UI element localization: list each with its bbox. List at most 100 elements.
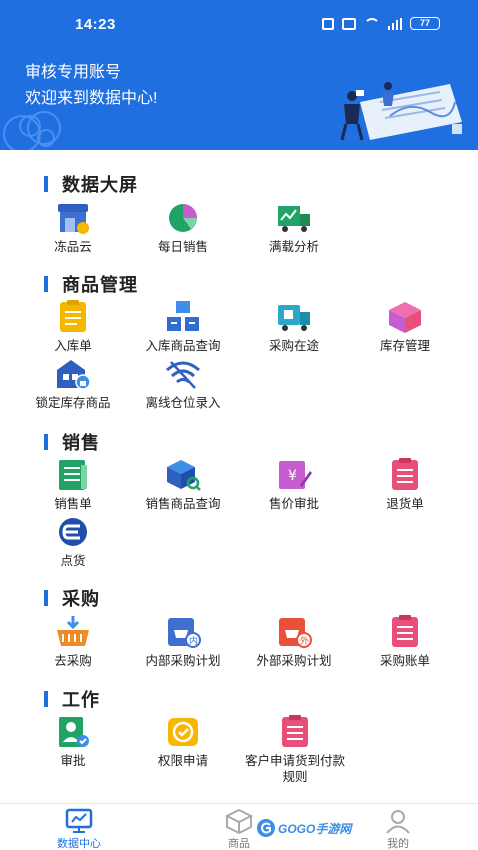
data-illustration-icon: [340, 82, 462, 141]
internal-plan-icon: 内: [168, 618, 201, 648]
menu-item-label: 审批: [60, 754, 86, 768]
menu-item-locked-inventory[interactable]: 锁定库存商品: [18, 356, 128, 411]
permission-icon: [168, 718, 198, 746]
section-title-text: 销售: [62, 433, 100, 453]
status-bar: 14:23 77: [0, 0, 478, 50]
cloud-decoration-icon: [3, 111, 61, 150]
section-title-text: 采购: [62, 589, 100, 609]
menu-item-label: 满载分析: [268, 240, 319, 254]
truck-chart-icon: [278, 206, 310, 232]
menu-item-label: 每日销售: [157, 240, 208, 254]
watermark: GOGO手游网: [256, 818, 351, 838]
welcome-text: 欢迎来到数据中心!: [25, 90, 158, 107]
basket-icon: [57, 616, 89, 646]
menu-item-label: 客户申请货到付款规则: [244, 754, 345, 784]
menu-item-external-purchase-plan[interactable]: 外 外部采购计划: [239, 614, 349, 669]
package-icon: [389, 302, 421, 333]
clipboard-icon: [60, 300, 86, 332]
pie-chart-icon: [169, 204, 197, 232]
price-edit-icon: ¥: [279, 461, 312, 489]
header-banner: 14:23 77 审核专用账号 欢迎来到数据中心!: [0, 0, 478, 150]
external-plan-icon: 外: [279, 618, 312, 648]
menu-item-customer-cod-rule[interactable]: 客户申请货到付款规则: [239, 714, 351, 785]
nfc-icon: [322, 17, 334, 30]
menu-item-label: 外部采购计划: [256, 654, 332, 668]
menu-item-label: 内部采购计划: [145, 654, 221, 668]
section-title-text: 商品管理: [62, 275, 138, 295]
account-name: 审核专用账号: [25, 64, 122, 81]
status-time: 14:23: [75, 16, 116, 33]
approve-user-icon: [59, 717, 89, 747]
signal-icon: [388, 17, 402, 30]
nav-label: 数据中心: [57, 838, 101, 850]
menu-item-label: 点货: [60, 554, 86, 568]
box-search-icon: [167, 460, 201, 491]
menu-item-inventory-management[interactable]: 库存管理: [350, 299, 460, 354]
section-title-sales: 销售: [44, 429, 100, 455]
nav-tab-mine[interactable]: 我的: [358, 808, 438, 850]
menu-item-offline-location-entry[interactable]: 离线仓位录入: [128, 356, 238, 411]
warehouse-lock-icon: [57, 360, 91, 390]
menu-item-approval[interactable]: 审批: [18, 714, 128, 769]
status-icons: 77: [322, 17, 440, 30]
menu-item-label: 去采购: [54, 654, 92, 668]
battery-icon: 77: [410, 17, 440, 30]
menu-item-label: 采购在途: [268, 339, 319, 353]
menu-item-label: 销售商品查询: [145, 497, 221, 511]
section-title-text: 工作: [62, 690, 100, 710]
menu-item-go-purchase[interactable]: 去采购: [18, 614, 128, 669]
return-list-icon: [392, 458, 418, 490]
cube-icon: [224, 808, 254, 834]
menu-item-internal-purchase-plan[interactable]: 内 内部采购计划: [128, 614, 238, 669]
menu-item-purchase-bill[interactable]: 采购账单: [350, 614, 460, 669]
menu-item-full-load-analysis[interactable]: 满载分析: [239, 200, 349, 255]
menu-item-return-order[interactable]: 退货单: [350, 457, 460, 512]
menu-item-inbound-goods-query[interactable]: 入库商品查询: [128, 299, 238, 354]
boxes-icon: [167, 301, 199, 331]
section-title-data-screen: 数据大屏: [44, 171, 138, 197]
menu-item-sales-goods-query[interactable]: 销售商品查询: [128, 457, 238, 512]
document-list-icon: [59, 460, 87, 490]
menu-item-label: 销售单: [54, 497, 92, 511]
menu-item-label: 售价审批: [268, 497, 319, 511]
section-bar: [44, 276, 48, 292]
menu-item-frozen-cloud[interactable]: 冻品云: [18, 200, 128, 255]
section-title-goods-management: 商品管理: [44, 271, 138, 297]
nav-label: 我的: [387, 838, 409, 850]
data-screen-icon: [65, 808, 93, 833]
menu-item-purchase-in-transit[interactable]: 采购在途: [239, 299, 349, 354]
menu-item-label: 采购账单: [379, 654, 430, 668]
delivery-truck-icon: [278, 305, 310, 331]
menu-item-count-goods[interactable]: 点货: [18, 514, 128, 569]
nav-tab-data-center[interactable]: 数据中心: [39, 808, 119, 850]
section-title-purchase: 采购: [44, 585, 100, 611]
menu-item-label: 入库商品查询: [145, 339, 221, 353]
menu-item-permission-request[interactable]: 权限申请: [128, 714, 238, 769]
hd-icon: [342, 17, 356, 30]
bottom-navigation: 数据中心 商品 我的: [0, 803, 478, 850]
menu-item-label: 冻品云: [54, 240, 92, 254]
person-icon: [386, 810, 410, 834]
bill-icon: [392, 615, 418, 647]
customer-request-icon: [282, 715, 308, 747]
menu-item-label: 入库单: [54, 339, 92, 353]
wifi-off-icon: [166, 361, 200, 389]
section-bar: [44, 176, 48, 192]
menu-item-label: 退货单: [386, 497, 424, 511]
svg-text:¥: ¥: [288, 468, 297, 484]
menu-item-sales-order[interactable]: 销售单: [18, 457, 128, 512]
menu-item-label: 离线仓位录入: [145, 396, 221, 410]
menu-item-inbound-order[interactable]: 入库单: [18, 299, 128, 354]
menu-item-daily-sales[interactable]: 每日销售: [128, 200, 238, 255]
section-bar: [44, 691, 48, 707]
section-title-text: 数据大屏: [62, 175, 138, 195]
section-title-work: 工作: [44, 686, 100, 712]
menu-item-price-approval[interactable]: ¥ 售价审批: [239, 457, 349, 512]
menu-item-label: 锁定库存商品: [35, 396, 111, 410]
watermark-text: GOGO手游网: [278, 821, 352, 836]
wifi-icon: [364, 17, 380, 30]
section-bar: [44, 434, 48, 450]
section-bar: [44, 590, 48, 606]
svg-text:内: 内: [189, 635, 198, 647]
count-goods-icon: [59, 518, 87, 546]
